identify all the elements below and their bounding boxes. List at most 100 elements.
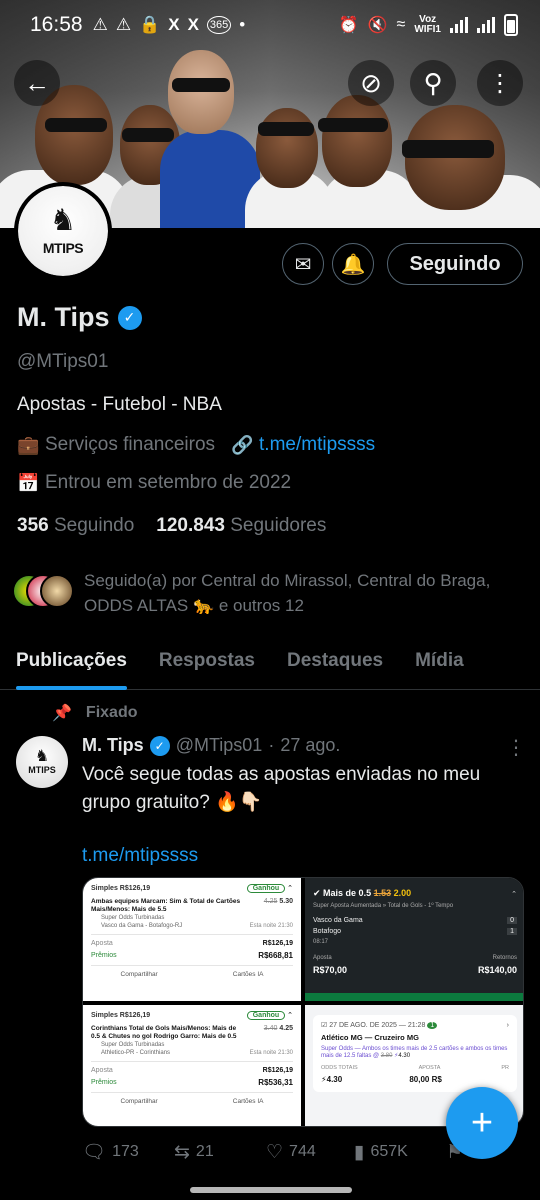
won-badge: Ganhou ⌃ (246, 884, 293, 893)
media-tile-1[interactable]: Simples R$126,19 Ganhou ⌃ Ambas equipes … (83, 878, 301, 1001)
like-count: 744 (289, 1143, 316, 1160)
status-bar: 16:58 ⚠ ⚠ 🔒 X X 365 • ⏰ 🔇 ≈ Voz WIFI1 (0, 0, 540, 50)
tab-respostas[interactable]: Respostas (143, 640, 271, 689)
new-odd: 4.25 (279, 1025, 293, 1032)
prize-row: Prêmios R$668,81 (83, 949, 301, 962)
post-avatar[interactable]: ♞ MTIPS (16, 736, 68, 788)
odd-desc: Super Odds — Ambos os times mais de 2.5 … (321, 1046, 508, 1059)
like-button[interactable]: ♡ 744 (266, 1141, 354, 1164)
odds-total-label: ODDS TOTAIS (321, 1065, 358, 1071)
briefcase-icon: 💼 (17, 434, 40, 455)
tile-footer: Compartilhar Cartões IA (83, 969, 301, 978)
chevron-right-icon: › (506, 1021, 509, 1029)
followers-count-link[interactable]: 120.843 Seguidores (156, 515, 326, 537)
repost-button[interactable]: ⇆ 21 (174, 1141, 266, 1164)
compose-button[interactable]: + (446, 1087, 518, 1159)
tab-destaques[interactable]: Destaques (271, 640, 399, 689)
repost-icon: ⇆ (174, 1141, 190, 1163)
following-button[interactable]: Seguindo (387, 243, 523, 285)
stake-label: Aposta (91, 1067, 113, 1074)
post-author-handle[interactable]: @MTips01 (176, 735, 263, 756)
tab-midia[interactable]: Mídia (399, 640, 480, 689)
system-icons: ⏰ 🔇 ≈ Voz WIFI1 (339, 14, 518, 36)
post-media-grid[interactable]: Simples R$126,19 Ganhou ⌃ Ambas equipes … (82, 877, 524, 1127)
profile-category: Serviços financeiros (45, 434, 216, 455)
profile-bio: Apostas - Futebol - NBA (17, 394, 222, 415)
lock-icon: 🔒 (139, 15, 161, 34)
post-author-name[interactable]: M. Tips (82, 735, 144, 756)
reply-button[interactable]: 🗨 173 (82, 1140, 174, 1164)
prize-value: R$668,81 (258, 951, 293, 960)
avatar (40, 574, 74, 608)
bar (305, 993, 523, 1001)
more-vertical-icon[interactable]: ⋮ (506, 735, 526, 760)
bet-time: Esta noite 21:30 (249, 923, 293, 929)
bet-subtitle: Super Odds Turbinadas (101, 915, 165, 921)
prize-label: Prêmios (91, 1079, 117, 1086)
ai-cards-label: Cartões IA (232, 1098, 264, 1105)
profile-avatar[interactable]: ♞ MTIPS (14, 182, 112, 280)
more-vertical-icon[interactable]: ⋮ (477, 60, 523, 106)
post-date[interactable]: 27 ago. (280, 735, 340, 756)
post-header: M. Tips ✓ @MTips01 · 27 ago. (82, 735, 340, 756)
link-icon: 🔗 (231, 434, 254, 455)
media-tile-3[interactable]: Simples R$126,19 Ganhou ⌃ Corinthians To… (83, 1005, 301, 1126)
divider (91, 965, 293, 966)
followers-label: Seguidores (230, 515, 327, 536)
share-label: Compartilhar (120, 971, 158, 978)
post-avatar-brand: MTIPS (28, 765, 56, 775)
reply-icon: 🗨 (82, 1142, 107, 1163)
no-symbol-icon[interactable]: ⊘ (348, 60, 394, 106)
bet-title: Ambas equipes Marcam: Sim & Total de Car… (91, 898, 241, 913)
views-button[interactable]: ▮ 657K (354, 1141, 446, 1164)
profile-name-text: M. Tips (17, 302, 110, 332)
verified-badge-icon[interactable]: ✓ (117, 305, 142, 330)
market-row: ✔ Mais de 0.5 1.53 2.00 ⌃ (305, 878, 523, 901)
365-icon: 365 (206, 16, 232, 34)
return-label: Retornos (492, 955, 517, 961)
stake-label: Aposta (91, 940, 113, 947)
message-button[interactable]: ✉ (282, 243, 324, 285)
new-odd: 5.30 (279, 898, 293, 905)
banner-figure (168, 50, 234, 134)
team1: Vasco da Gama (313, 917, 363, 924)
heart-icon: ♡ (266, 1141, 284, 1163)
pin-icon: 📌 (52, 705, 72, 722)
banner-figure (172, 78, 230, 92)
gesture-bar[interactable] (190, 1187, 352, 1193)
stake-label: APOSTA (418, 1065, 441, 1071)
bet-count: 1 (427, 1022, 438, 1029)
notifications-button[interactable]: 🔔 (332, 243, 374, 285)
profile-website-link[interactable]: t.me/mtipssss (259, 434, 375, 456)
network-label: Voz WIFI1 (414, 14, 441, 35)
won-badge-label: Ganhou (246, 884, 286, 893)
followers-count: 120.843 (156, 515, 225, 536)
x-icon: X (168, 15, 180, 34)
bet-date-wrap: ☑ 27 DE AGO. DE 2025 — 21:28 1 (321, 1021, 438, 1029)
x-icon: X (187, 15, 199, 34)
back-arrow-icon[interactable]: ← (14, 60, 60, 106)
bet-header: Simples R$126,19 (91, 884, 151, 892)
pinned-indicator: 📌 Fixado (52, 703, 137, 723)
plus-icon: + (470, 1101, 494, 1144)
horse-icon: ♞ (34, 748, 50, 765)
media-tile-2[interactable]: ✔ Mais de 0.5 1.53 2.00 ⌃ Super Aposta A… (305, 878, 523, 1001)
followed-by-row[interactable]: Seguido(a) por Central do Mirassol, Cent… (12, 568, 522, 618)
post-link[interactable]: t.me/mtipssss (82, 845, 198, 867)
tab-publicacoes[interactable]: Publicações (0, 640, 143, 690)
post-text: Você segue todas as apostas enviadas no … (82, 764, 481, 813)
status-time: 16:58 (30, 13, 83, 36)
prize-label: Prêmios (91, 952, 117, 959)
pinned-label: Fixado (85, 704, 138, 721)
banner-figure (402, 140, 494, 158)
warning-icon: ⚠ (92, 15, 108, 34)
bet-header: Simples R$126,19 (91, 1011, 151, 1019)
profile-handle: @MTips01 (17, 351, 109, 372)
search-icon[interactable]: ⚲ (410, 60, 456, 106)
collapse-icon: ⌃ (511, 890, 517, 898)
market-label: Mais de 0.5 (323, 888, 372, 898)
view-count: 657K (370, 1143, 408, 1160)
bet-date: 27 DE AGO. DE 2025 — 21:28 (329, 1022, 426, 1029)
tile-header: Simples R$126,19 Ganhou ⌃ (83, 878, 301, 894)
following-count-link[interactable]: 356 Seguindo (17, 515, 134, 537)
